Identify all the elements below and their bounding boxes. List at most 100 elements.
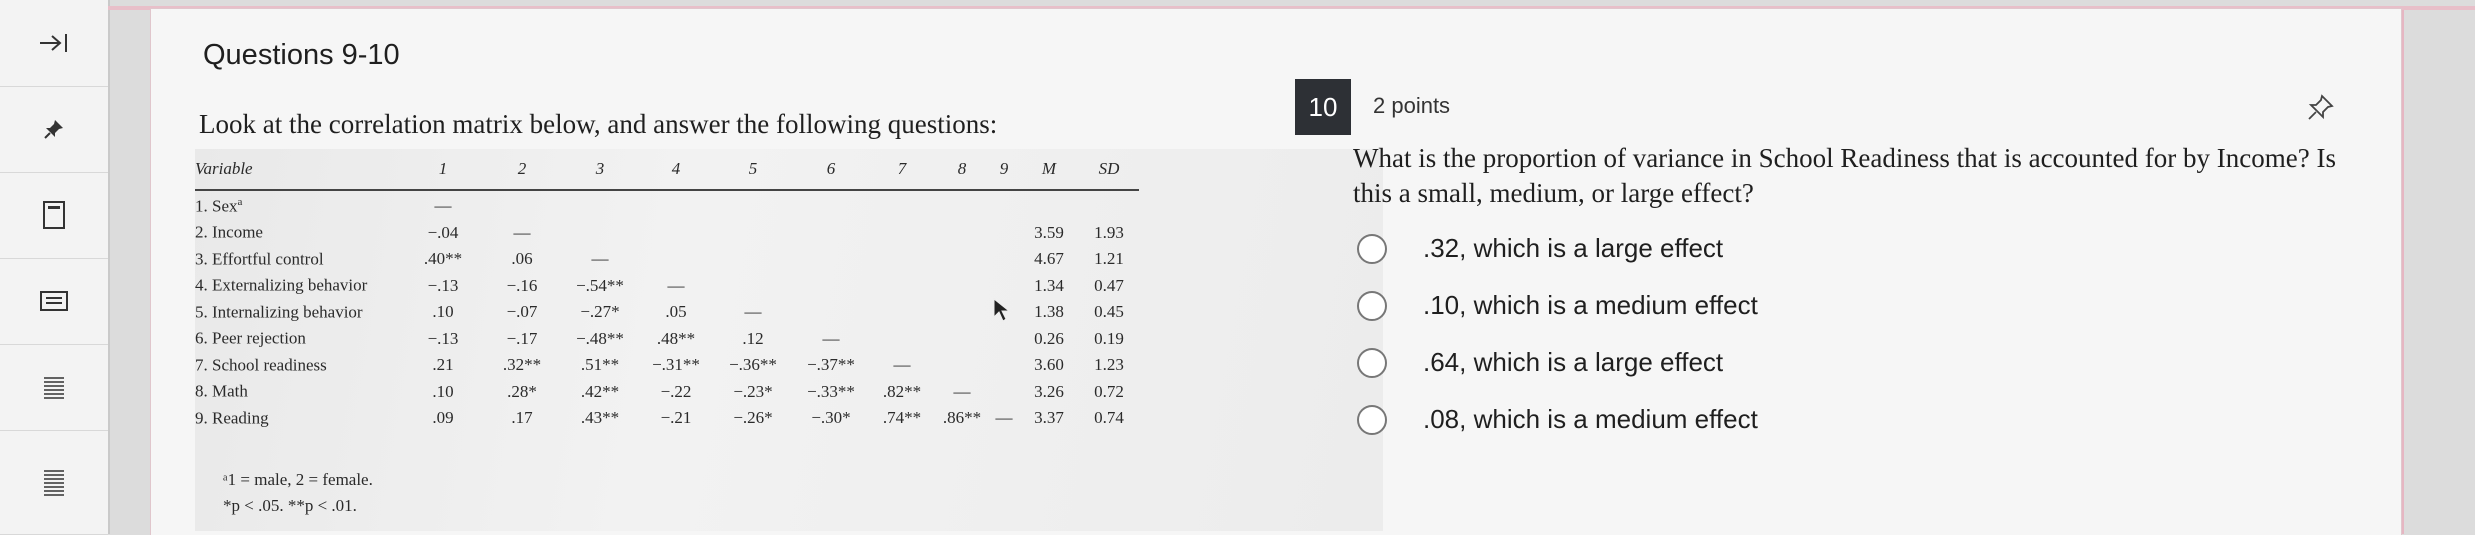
table-cell: −.37** <box>807 355 855 375</box>
table-cell: .42** <box>580 381 620 401</box>
answer-label: .64, which is a large effect <box>1423 347 1724 377</box>
table-cell: .74** <box>882 408 922 428</box>
table-cell: 0.47 <box>1094 275 1124 295</box>
line-reader-button[interactable] <box>0 344 108 431</box>
radio-button[interactable] <box>1357 233 1387 264</box>
radio-button[interactable] <box>1357 290 1387 321</box>
table-cell <box>935 326 989 353</box>
table-cell <box>561 193 639 220</box>
variable-label: 7. School readiness <box>195 355 327 375</box>
table-cell: — <box>434 196 452 216</box>
table-cell: 0.72 <box>1094 381 1124 401</box>
mouse-cursor-icon <box>993 297 1011 322</box>
table-cell: −.04 <box>427 222 459 242</box>
left-toolbar <box>0 0 110 535</box>
table-cell <box>935 220 989 247</box>
table-cell: .43** <box>580 408 620 428</box>
notes-button[interactable] <box>0 430 108 535</box>
column-header-variable: Variable <box>195 159 253 178</box>
table-cell: 0.26 <box>1034 328 1064 348</box>
bookmark-pin-icon[interactable] <box>2305 93 2335 123</box>
table-cell <box>713 246 793 273</box>
variable-label: 8. Math <box>195 382 248 402</box>
table-cell: — <box>667 275 685 295</box>
variable-name: 3. Effortful control <box>195 246 403 273</box>
variable-name: 8. Math <box>195 379 403 406</box>
table-cell <box>989 193 1019 220</box>
table-row: 8. Math .10 .28* .42** −.22 −.23* −.33** .82** —… <box>195 379 1139 406</box>
column-header: 1 <box>438 159 448 178</box>
variable-label: 3. Effortful control <box>195 249 324 269</box>
table-cell: — <box>822 328 840 348</box>
column-header: 9 <box>999 159 1009 178</box>
column-header: 7 <box>897 159 907 178</box>
table-cell <box>989 326 1019 353</box>
table-cell: −.31** <box>652 355 700 375</box>
table-cell: −.27* <box>580 302 620 322</box>
page-title: Questions 9-10 <box>203 39 400 71</box>
calculator-button[interactable] <box>0 172 108 259</box>
answer-option-d[interactable]: .08, which is a medium effect <box>1357 404 1758 435</box>
answer-label: .08, which is a medium effect <box>1423 404 1758 434</box>
collapse-button[interactable] <box>0 0 108 87</box>
column-header: 4 <box>671 159 681 178</box>
table-cell <box>639 220 713 247</box>
keyboard-button[interactable] <box>0 258 108 345</box>
table-cell: — <box>591 249 609 269</box>
table-cell <box>793 193 869 220</box>
variable-label: 4. Externalizing behavior <box>195 276 368 296</box>
variable-footnote-mark: a <box>237 195 243 208</box>
table-cell <box>935 352 989 379</box>
table-cell: .51** <box>580 355 620 375</box>
table-row: 1. Sexa — <box>195 193 1139 220</box>
table-row: 4. Externalizing behavior −.13 −.16 −.54** —… <box>195 273 1139 300</box>
table-cell <box>793 220 869 247</box>
variable-name: 5. Internalizing behavior <box>195 299 403 326</box>
table-cell <box>1019 193 1079 220</box>
radio-button[interactable] <box>1357 404 1387 435</box>
table-notes: ᵃ1 = male, 2 = female. *p < .05. **p < .… <box>223 467 373 519</box>
table-cell: −.22 <box>660 381 692 401</box>
pin-button[interactable] <box>0 86 108 173</box>
table-cell: .12 <box>742 328 764 348</box>
answer-label: .10, which is a medium effect <box>1423 290 1758 320</box>
column-header: M <box>1041 159 1057 178</box>
table-cell: −.33** <box>807 381 855 401</box>
variable-name: 4. Externalizing behavior <box>195 273 403 300</box>
table-cell <box>869 273 935 300</box>
keyboard-icon <box>40 291 68 311</box>
answer-option-c[interactable]: .64, which is a large effect <box>1357 347 1723 378</box>
table-cell <box>869 299 935 326</box>
table-cell: .28* <box>507 381 537 401</box>
table-row: 6. Peer rejection −.13 −.17 −.48** .48** .12 —… <box>195 326 1139 353</box>
table-cell: −.17 <box>506 328 538 348</box>
table-cell: — <box>893 355 911 375</box>
table-cell: — <box>995 408 1013 428</box>
table-cell <box>713 193 793 220</box>
variable-label: 5. Internalizing behavior <box>195 302 363 322</box>
variable-name: 6. Peer rejection <box>195 326 403 353</box>
table-cell: 0.19 <box>1094 328 1124 348</box>
collapse-arrow-icon <box>40 34 67 52</box>
table-cell: .17 <box>511 408 533 428</box>
variable-label: 1. Sex <box>195 196 238 216</box>
table-cell: .32** <box>502 355 542 375</box>
table-cell: −.16 <box>506 275 538 295</box>
table-cell <box>639 246 713 273</box>
column-header: 6 <box>826 159 836 178</box>
column-header: 2 <box>517 159 527 178</box>
table-cell <box>869 246 935 273</box>
table-cell <box>935 246 989 273</box>
table-cell: .10 <box>432 302 454 322</box>
variable-name: 7. School readiness <box>195 352 403 379</box>
answer-option-a[interactable]: .32, which is a large effect <box>1357 233 1723 264</box>
table-cell: −.26* <box>733 408 773 428</box>
table-row: 9. Reading .09 .17 .43** −.21 −.26* −.30* .74**… <box>195 405 1139 432</box>
pin-icon <box>44 120 63 139</box>
table-cell: — <box>513 222 531 242</box>
table-cell <box>869 220 935 247</box>
radio-button[interactable] <box>1357 347 1387 378</box>
note-sex-coding: ᵃ1 = male, 2 = female. <box>223 470 373 489</box>
table-cell: 0.74 <box>1094 408 1124 428</box>
answer-option-b[interactable]: .10, which is a medium effect <box>1357 290 1758 321</box>
